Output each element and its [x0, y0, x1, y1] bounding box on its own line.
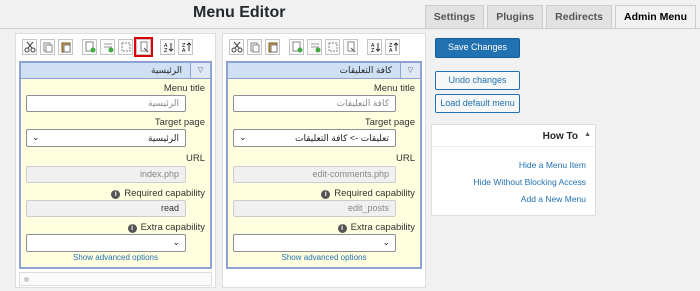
required-capability-field: edit_posts [233, 200, 396, 217]
required-capability-text: Required capability [334, 188, 415, 199]
load-default-menu-button[interactable]: Load default menu [435, 94, 520, 113]
menu-title-label: Menu title [373, 83, 415, 94]
tab-bar: Settings Plugins Redirects Admin Menu [424, 5, 696, 29]
copy-icon[interactable] [40, 39, 55, 55]
menu-toolbar: AZ ZA [22, 37, 193, 57]
url-label: URL [395, 153, 415, 164]
required-capability-label: i Required capability [321, 188, 415, 199]
sort-desc-icon[interactable]: ZA [385, 39, 400, 55]
extra-capability-text: Extra capability [140, 222, 205, 233]
how-to-header[interactable]: How To ▲ [432, 125, 595, 147]
target-page-value: الرئيسية [148, 133, 179, 143]
paste-icon[interactable] [265, 39, 280, 55]
tab-settings[interactable]: Settings [424, 5, 485, 28]
top-level-menu-column: AZ ZA الرئيسية ▽ Menu title الرئيسية Tar… [15, 33, 216, 288]
how-to-title: How To [542, 131, 578, 142]
hide-icon[interactable] [325, 39, 340, 55]
show-advanced-link[interactable]: Show advanced options [228, 253, 420, 262]
undo-changes-button[interactable]: Undo changes [435, 71, 520, 90]
menu-item-header[interactable]: الرئيسية ▽ [21, 63, 210, 79]
submenu-toolbar: AZ ZA [229, 39, 400, 55]
extra-capability-select[interactable]: ⌄ [26, 234, 186, 252]
menu-title-label: Menu title [163, 83, 205, 94]
howto-link-hide-item[interactable]: Hide a Menu Item [432, 160, 595, 170]
required-capability-label: i Required capability [111, 188, 205, 199]
extra-capability-label: i Extra capability [127, 222, 205, 233]
submenu-column: AZ ZA كافة التعليقات ▽ Menu title كافة ا… [222, 33, 426, 288]
new-separator-icon[interactable] [100, 39, 115, 55]
svg-text:A: A [182, 48, 186, 53]
chevron-down-icon: ⌄ [32, 132, 40, 142]
target-page-label: Target page [154, 117, 205, 128]
submenu-item-header[interactable]: كافة التعليقات ▽ [228, 63, 420, 79]
collapse-toggle-icon[interactable]: ▽ [400, 63, 420, 78]
tab-redirects[interactable]: Redirects [546, 5, 612, 28]
info-icon: i [127, 224, 137, 233]
page-title: Menu Editor [193, 4, 286, 21]
new-separator-icon[interactable] [307, 39, 322, 55]
url-field: index.php [26, 166, 186, 183]
menu-title-input[interactable]: الرئيسية [26, 95, 186, 112]
extra-capability-select[interactable]: ⌄ [233, 234, 396, 252]
collapse-toggle-icon[interactable]: ▽ [190, 63, 210, 78]
tab-admin-menu[interactable]: Admin Menu [615, 5, 696, 29]
svg-text:A: A [389, 48, 393, 53]
target-page-select[interactable]: ⌄ الرئيسية [26, 129, 186, 147]
chevron-down-icon: ⌄ [172, 237, 180, 247]
extra-capability-label: i Extra capability [337, 222, 415, 233]
svg-text:Z: Z [371, 48, 375, 53]
menu-item-panel: الرئيسية ▽ Menu title الرئيسية Target pa… [19, 61, 212, 269]
paste-icon[interactable] [58, 39, 73, 55]
info-icon: i [321, 190, 331, 199]
menu-title-input[interactable]: كافة التعليقات [233, 95, 396, 112]
new-item-icon[interactable] [343, 39, 358, 55]
sort-asc-icon[interactable]: AZ [367, 39, 382, 55]
info-icon: i [337, 224, 347, 233]
tabs-divider [0, 28, 700, 29]
cut-icon[interactable] [22, 39, 37, 55]
required-capability-field: read [26, 200, 186, 217]
new-menu-icon[interactable] [82, 39, 97, 55]
target-page-label: Target page [364, 117, 415, 128]
svg-text:Z: Z [164, 48, 168, 53]
howto-link-add-menu[interactable]: Add a New Menu [432, 194, 595, 204]
sort-asc-icon[interactable]: AZ [160, 39, 175, 55]
url-field: edit-comments.php [233, 166, 396, 183]
how-to-box: How To ▲ Hide a Menu Item Hide Without B… [431, 124, 596, 216]
howto-link-hide-without-blocking[interactable]: Hide Without Blocking Access [432, 177, 595, 187]
save-changes-button[interactable]: Save Changes [435, 38, 520, 58]
required-capability-text: Required capability [124, 188, 205, 199]
cut-icon[interactable] [229, 39, 244, 55]
target-page-select[interactable]: ⌄ تعليقات -> كافة التعليقات [233, 129, 396, 147]
chevron-down-icon: ⌄ [382, 237, 390, 247]
info-icon: i [111, 190, 121, 199]
submenu-item-panel: كافة التعليقات ▽ Menu title كافة التعليق… [226, 61, 422, 269]
url-label: URL [185, 153, 205, 164]
drop-zone [19, 272, 212, 286]
menu-item-title: الرئيسية [151, 65, 182, 75]
copy-icon[interactable] [247, 39, 262, 55]
new-item-icon[interactable] [134, 37, 153, 57]
show-advanced-link[interactable]: Show advanced options [21, 253, 210, 262]
target-page-value: تعليقات -> كافة التعليقات [295, 133, 389, 143]
chevron-down-icon: ⌄ [239, 132, 247, 142]
hide-icon[interactable] [118, 39, 133, 55]
collapse-arrow-icon[interactable]: ▲ [584, 131, 591, 138]
submenu-item-title: كافة التعليقات [339, 65, 392, 75]
extra-capability-text: Extra capability [350, 222, 415, 233]
sort-desc-icon[interactable]: ZA [178, 39, 193, 55]
tab-plugins[interactable]: Plugins [487, 5, 544, 28]
new-menu-icon[interactable] [289, 39, 304, 55]
drag-handle[interactable] [24, 277, 29, 282]
